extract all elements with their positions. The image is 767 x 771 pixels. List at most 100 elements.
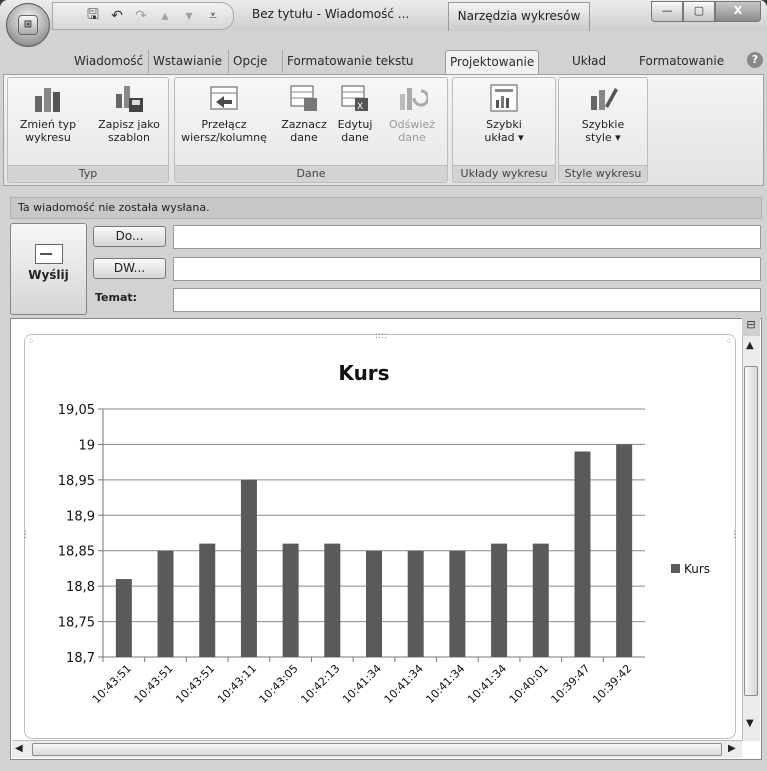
resize-handle-right[interactable]: ⋮: [730, 530, 739, 540]
edit-data-button[interactable]: X Edytuj dane: [330, 82, 380, 144]
group-label-uklady-wykresu: Układy wykresu: [453, 165, 555, 182]
cc-button[interactable]: DW...: [93, 258, 166, 279]
y-tick-label: 18,85: [58, 545, 95, 560]
office-logo-icon: ⊞: [18, 15, 38, 35]
scroll-down-arrow-icon[interactable]: ▼: [746, 718, 754, 729]
x-tick-label: 10:41:34: [423, 662, 467, 706]
cc-field[interactable]: [173, 257, 761, 281]
scroll-left-arrow-icon[interactable]: ◀: [15, 743, 23, 754]
redo-icon[interactable]: ↷: [131, 8, 151, 24]
refresh-data-button[interactable]: Odśwież dane: [383, 82, 441, 144]
maximize-button[interactable]: ▢: [683, 1, 715, 22]
tab-wiadomosc[interactable]: Wiadomość: [70, 50, 147, 73]
envelope-icon: [34, 244, 63, 264]
chart-container[interactable]: Kurs 18,7 18,75 18,8 18,85 18,9 18,95 19 19,05 10…: [21, 331, 739, 739]
close-button[interactable]: X: [715, 1, 761, 22]
bar: [240, 479, 257, 657]
x-tick-label: 10:43:51: [173, 662, 217, 706]
edit-data-icon: X: [341, 85, 368, 112]
bar: [407, 550, 424, 657]
tab-projektowanie[interactable]: Projektowanie: [445, 50, 540, 75]
x-tick-label: 10:42:13: [298, 662, 342, 706]
y-tick-label: 18,75: [58, 616, 95, 631]
resize-handle-corner[interactable]: ⁘: [27, 337, 35, 347]
help-icon[interactable]: ?: [747, 52, 763, 68]
tab-uklad[interactable]: Układ: [568, 50, 610, 73]
outlook-message-window: 🖫 ↶ ↷ ▴ ▾ ⩡ Bez tytułu - Wiadomość ... N…: [0, 0, 767, 771]
subject-label: Temat:: [95, 291, 138, 304]
select-data-icon: [290, 85, 317, 111]
refresh-data-icon: [400, 88, 428, 110]
tab-opcje[interactable]: Opcje: [228, 50, 271, 73]
to-field[interactable]: [173, 225, 761, 249]
resize-handle-top[interactable]: ::::: [375, 331, 387, 341]
minimize-button[interactable]: —: [651, 1, 683, 22]
save-as-template-button[interactable]: Zapisz jako szablon: [90, 82, 168, 144]
legend-swatch: [671, 564, 680, 573]
title-bar: 🖫 ↶ ↷ ▴ ▾ ⩡ Bez tytułu - Wiadomość ... N…: [0, 0, 767, 31]
tab-formatowanie-tekstu[interactable]: Formatowanie tekstu: [282, 50, 418, 73]
y-tick-label: 18,9: [66, 509, 95, 524]
quick-styles-button[interactable]: Szybkie style ▾: [559, 82, 647, 144]
x-tick-label: 10:41:34: [340, 662, 384, 706]
subject-field[interactable]: [173, 288, 761, 312]
bar: [199, 543, 216, 657]
ribbon-group-uklady-wykresu: Szybki układ ▾ Układy wykresu: [452, 77, 556, 183]
x-tick-label: 10:43:11: [215, 662, 259, 706]
svg-text:X: X: [357, 102, 363, 112]
arrow-up-icon[interactable]: ▴: [155, 8, 175, 24]
send-button[interactable]: Wyślij: [10, 223, 87, 315]
group-label-style-wykresu: Style wykresu: [559, 165, 647, 182]
ribbon-group-style-wykresu: Szybkie style ▾ Style wykresu: [558, 77, 648, 183]
x-tick-label: 10:39:47: [548, 662, 592, 706]
quick-styles-icon: [591, 88, 618, 110]
scroll-right-arrow-icon[interactable]: ▶: [728, 743, 736, 754]
chart-svg: Kurs 18,7 18,75 18,8 18,85 18,9 18,95 19 19,05 10…: [58, 361, 710, 706]
switch-row-column-button[interactable]: Przełącz wiersz/kolumnę: [175, 82, 273, 144]
window-title: Bez tytułu - Wiadomość ...: [252, 7, 410, 21]
scroll-up-arrow-icon[interactable]: ▲: [746, 340, 754, 351]
vertical-scroll-thumb[interactable]: [744, 366, 758, 696]
x-tick-label: 10:43:51: [132, 662, 176, 706]
x-tick-label: 10:41:34: [465, 662, 509, 706]
to-button[interactable]: Do...: [93, 226, 166, 247]
y-tick-label: 19,05: [58, 403, 95, 418]
ribbon-group-typ: Zmień typ wykresu Zapisz jako szablon Ty…: [7, 77, 169, 183]
split-view-icon[interactable]: ⊟: [742, 318, 760, 336]
arrow-down-icon[interactable]: ▾: [179, 8, 199, 24]
undo-icon[interactable]: ↶: [107, 8, 127, 24]
bar: [574, 451, 591, 657]
y-tick-label: 18,95: [58, 474, 95, 489]
bar: [491, 543, 508, 657]
chart-title: Kurs: [338, 361, 389, 385]
group-label-dane: Dane: [175, 165, 447, 182]
tab-formatowanie[interactable]: Formatowanie: [635, 50, 728, 73]
office-button[interactable]: ⊞: [6, 3, 50, 47]
quick-access-toolbar: 🖫 ↶ ↷ ▴ ▾ ⩡: [52, 2, 234, 30]
ribbon-tab-row: Wiadomość Wstawianie Opcje Formatowanie …: [0, 50, 767, 75]
tab-wstawianie[interactable]: Wstawianie: [148, 50, 226, 73]
x-tick-label: 10:39:42: [590, 662, 634, 706]
save-template-icon: [116, 86, 143, 112]
bar: [616, 444, 633, 657]
x-tick-label: 10:43:05: [257, 662, 301, 706]
save-icon[interactable]: 🖫: [83, 4, 103, 28]
bar: [324, 543, 341, 657]
bar: [282, 543, 299, 657]
y-tick-label: 18,8: [66, 580, 95, 595]
group-label-typ: Typ: [8, 165, 168, 182]
x-tick-label: 10:43:51: [90, 662, 134, 706]
chart-tools-context-header: Narzędzia wykresów: [448, 2, 590, 31]
y-tick-label: 18,7: [66, 651, 95, 666]
customize-qat-icon[interactable]: ⩡: [203, 8, 223, 24]
select-data-button[interactable]: Zaznacz dane: [279, 82, 329, 144]
quick-layout-button[interactable]: Szybki układ ▾: [453, 82, 555, 144]
resize-handle-left[interactable]: ⋮: [21, 530, 30, 540]
resize-handle-corner-right[interactable]: ⁘: [725, 337, 733, 347]
change-chart-type-button[interactable]: Zmień typ wykresu: [8, 82, 88, 144]
bar: [366, 550, 382, 657]
horizontal-scroll-thumb[interactable]: [32, 743, 722, 756]
y-tick-label: 19: [78, 438, 95, 453]
switch-row-column-icon: [210, 86, 238, 110]
bar: [157, 550, 174, 657]
